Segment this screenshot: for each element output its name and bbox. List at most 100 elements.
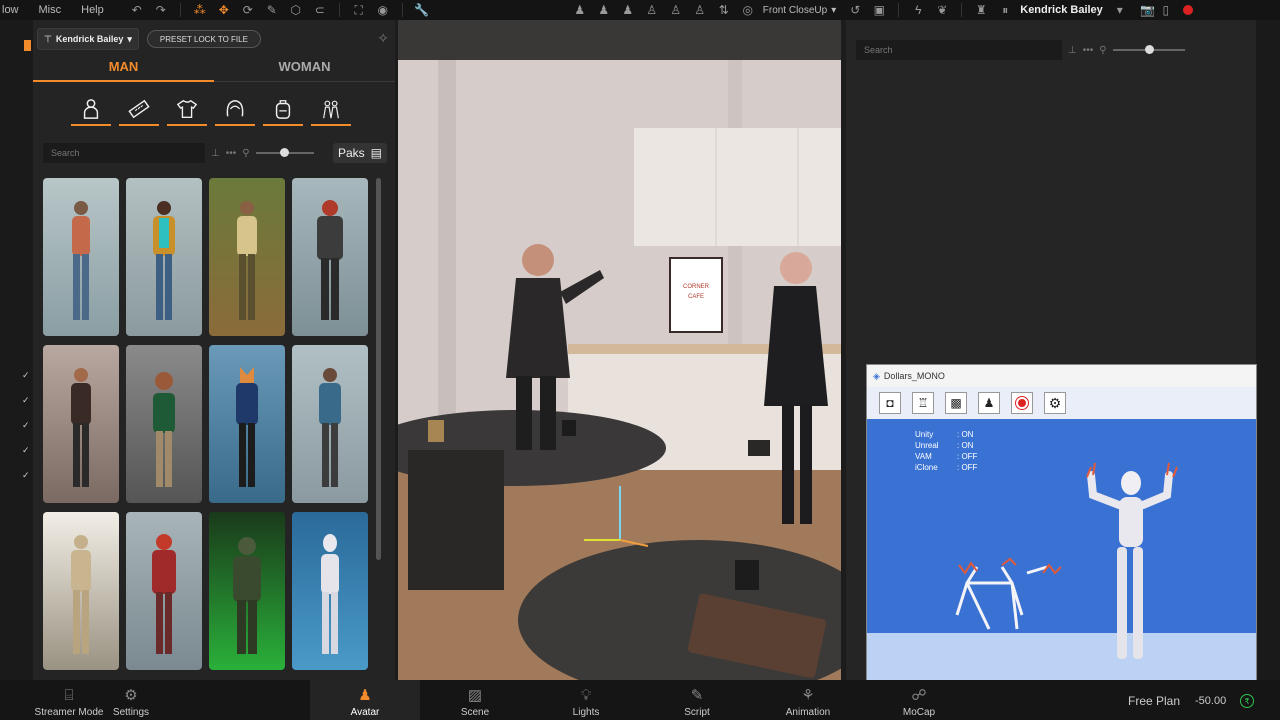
slider-knob[interactable] xyxy=(279,148,289,157)
top-user-name[interactable]: Kendrick Bailey xyxy=(1020,4,1103,16)
tab-script-label: Script xyxy=(684,707,710,718)
avatar-card[interactable] xyxy=(209,178,285,336)
thumbnail-size-slider[interactable] xyxy=(255,148,314,157)
currency-icon[interactable]: ₹ xyxy=(1240,694,1254,708)
orbit-icon[interactable]: ◎ xyxy=(739,2,757,18)
select-icon[interactable]: ⁂ xyxy=(191,2,209,18)
wrench-icon[interactable]: 🔧 xyxy=(413,2,431,18)
edit-icon[interactable]: ✎ xyxy=(263,2,281,18)
rotate-icon[interactable]: ⟳ xyxy=(239,2,257,18)
pose-icon-6[interactable]: ♙ xyxy=(691,2,709,18)
pose-icon-4[interactable]: ♙ xyxy=(643,2,661,18)
chevron-down-icon[interactable]: ▾ xyxy=(1111,2,1129,18)
tab-man[interactable]: MAN xyxy=(33,56,214,82)
video-camera-icon[interactable]: ▣ xyxy=(870,2,888,18)
person-icon[interactable]: ♜ xyxy=(972,2,990,18)
phone-icon[interactable]: ▯ xyxy=(1157,2,1175,18)
pause-icon[interactable]: ⏸ xyxy=(996,2,1014,18)
menu-help[interactable]: Help xyxy=(71,4,114,16)
tab-lights[interactable]: 💡︎ Lights xyxy=(531,680,641,720)
swap-icon[interactable]: ⇅ xyxy=(715,2,733,18)
more-icon[interactable]: ••• xyxy=(1083,45,1094,56)
more-icon[interactable]: ••• xyxy=(226,148,237,159)
scene-viewport[interactable]: CORNER CAFE xyxy=(398,20,841,680)
sparkle-icon[interactable]: ✧ xyxy=(377,30,389,47)
paks-button[interactable]: Paks ▤ xyxy=(332,143,387,163)
streamer-mode-label: Streamer Mode xyxy=(34,707,104,718)
plan-label[interactable]: Free Plan xyxy=(1128,694,1180,708)
avatar-card[interactable] xyxy=(292,178,368,336)
tab-script[interactable]: ✎ Script xyxy=(642,680,752,720)
avatar-grid-scrollbar[interactable] xyxy=(376,178,381,560)
slider-knob[interactable] xyxy=(1144,45,1154,54)
avatar-icon: ♟ xyxy=(358,687,372,704)
toolbar-divider xyxy=(961,3,963,17)
bottom-bar: ⌸ Streamer Mode ⚙ Settings ♟ Avatar ▨ Sc… xyxy=(0,680,1280,720)
zoom-icon: ⚲ xyxy=(1099,44,1107,56)
reset-icon[interactable]: ↺ xyxy=(846,2,864,18)
pose-icon-3[interactable]: ♟ xyxy=(619,2,637,18)
pin-icon: ⊤ xyxy=(44,33,52,44)
magnet-icon[interactable]: ⊂ xyxy=(311,2,329,18)
outliner-size-slider[interactable] xyxy=(1112,45,1185,54)
running-icon: ⚘ xyxy=(801,687,815,704)
undo-icon[interactable]: ↶ xyxy=(128,2,146,18)
outliner-search-input[interactable] xyxy=(856,40,1062,60)
tab-animation[interactable]: ⚘ Animation xyxy=(753,680,863,720)
avatar-card[interactable] xyxy=(43,345,119,503)
avatar-card[interactable] xyxy=(43,512,119,670)
dock-marker xyxy=(24,40,31,51)
filter-icon[interactable]: ⊥ xyxy=(1068,45,1077,56)
category-accessories[interactable] xyxy=(263,94,303,126)
tab-mocap[interactable]: ☍ MoCap xyxy=(864,680,974,720)
redo-icon[interactable]: ↷ xyxy=(152,2,170,18)
zoom-icon: ⚲ xyxy=(242,147,250,159)
user-dropdown[interactable]: ⊤ Kendrick Bailey ▾ xyxy=(37,28,139,50)
check-icon: ✓ xyxy=(22,445,30,455)
category-measure[interactable] xyxy=(119,94,159,126)
avatar-card[interactable] xyxy=(209,512,285,670)
tab-woman[interactable]: WOMAN xyxy=(214,56,395,82)
cafe-sign-line2: CAFE xyxy=(688,294,704,300)
user-dropdown-label: Kendrick Bailey xyxy=(55,34,124,44)
category-clothing[interactable] xyxy=(167,94,207,126)
settings-button[interactable]: ⚙ Settings xyxy=(108,680,154,720)
camera-icon[interactable]: 📷 xyxy=(1139,2,1157,18)
tab-avatar-label: Avatar xyxy=(350,707,380,718)
record-indicator-icon[interactable] xyxy=(1182,5,1193,15)
camera-select[interactable]: Front CloseUp ▾ xyxy=(763,5,837,16)
pose-icon-1[interactable]: ♟ xyxy=(571,2,589,18)
preset-lock-button[interactable]: PRESET LOCK TO FILE xyxy=(146,30,261,48)
menu-window[interactable]: low xyxy=(0,4,29,16)
avatar-card[interactable] xyxy=(292,345,368,503)
menu-bar: low Misc Help xyxy=(0,4,114,16)
category-group[interactable] xyxy=(311,94,351,126)
category-body[interactable] xyxy=(71,94,111,126)
tab-scene-label: Scene xyxy=(460,707,490,718)
avatar-card[interactable] xyxy=(126,178,202,336)
category-hair[interactable] xyxy=(215,94,255,126)
avatar-search-input[interactable] xyxy=(43,143,205,163)
measure-icon xyxy=(128,99,150,119)
avatar-card[interactable] xyxy=(209,345,285,503)
filter-icon[interactable]: ⊥ xyxy=(211,148,220,159)
tab-mocap-label: MoCap xyxy=(902,707,936,718)
streamer-mode-button[interactable]: ⌸ Streamer Mode xyxy=(34,680,104,720)
avatar-card[interactable] xyxy=(126,345,202,503)
avatar-card[interactable] xyxy=(292,512,368,670)
check-icon: ✓ xyxy=(22,370,30,380)
pose-icon-2[interactable]: ♟ xyxy=(595,2,613,18)
tab-avatar[interactable]: ♟ Avatar xyxy=(310,680,420,720)
tab-scene[interactable]: ▨ Scene xyxy=(420,680,530,720)
eye-icon[interactable]: ◉ xyxy=(374,2,392,18)
move-icon[interactable]: ✥ xyxy=(215,2,233,18)
pose-icon-5[interactable]: ♙ xyxy=(667,2,685,18)
cube-icon[interactable]: ⬡ xyxy=(287,2,305,18)
avatar-thumbnail xyxy=(233,537,261,654)
lightning-icon[interactable]: ϟ xyxy=(909,2,927,18)
fullscreen-icon[interactable]: ⛶ xyxy=(350,2,368,18)
avatar-card[interactable] xyxy=(43,178,119,336)
menu-misc[interactable]: Misc xyxy=(29,4,72,16)
leaf-icon[interactable]: ❦ xyxy=(933,2,951,18)
avatar-card[interactable] xyxy=(126,512,202,670)
